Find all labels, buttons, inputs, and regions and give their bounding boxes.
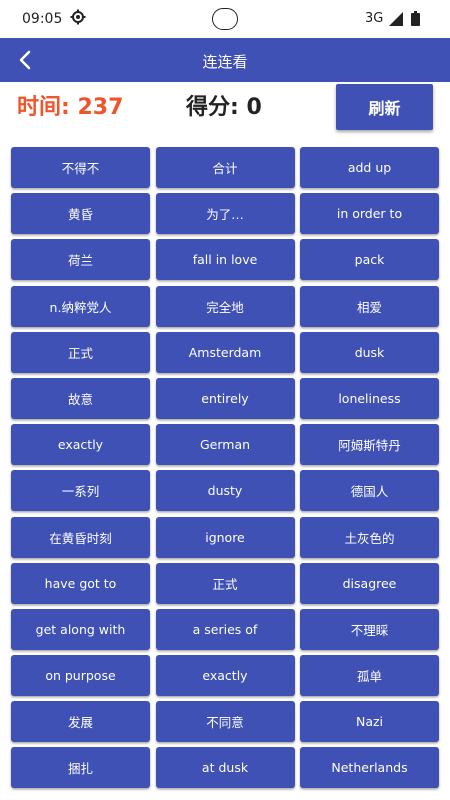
word-tile[interactable]: Nazi [300,701,439,743]
word-tile[interactable]: 不同意 [155,701,295,743]
word-tile[interactable]: ignore [155,516,295,558]
status-bar: 09:05 3G [0,0,450,38]
status-time: 09:05 [22,11,63,27]
word-tile[interactable]: 一系列 [11,470,150,512]
word-tile[interactable]: 合计 [155,147,295,188]
gear-icon [70,9,86,25]
word-tile[interactable]: dusk [300,331,439,373]
word-tile[interactable]: 为了… [155,193,295,235]
word-tile[interactable]: a series of [155,608,295,650]
tile-grid: 不得不 合计 add up 黄昏 为了… in order to 荷兰 fall in lov… [11,147,439,789]
word-tile[interactable]: 阿姆斯特丹 [300,424,439,466]
word-tile[interactable]: at dusk [155,747,295,789]
word-tile[interactable]: disagree [300,562,439,604]
word-tile[interactable]: 完全地 [155,285,295,327]
word-tile[interactable]: Netherlands [300,747,439,789]
word-tile[interactable]: n.纳粹党人 [11,285,150,327]
word-tile[interactable]: Amsterdam [155,331,295,373]
word-tile[interactable]: 孤单 [300,655,439,697]
word-tile[interactable]: add up [300,147,439,188]
word-tile[interactable]: 发展 [11,701,150,743]
word-tile[interactable]: 黄昏 [11,193,150,235]
word-tile[interactable]: 土灰色的 [300,516,439,558]
word-tile[interactable]: have got to [11,562,150,604]
word-tile[interactable]: fall in love [155,239,295,281]
word-tile[interactable]: in order to [300,193,439,235]
network-type: 3G [365,11,384,26]
word-tile[interactable]: loneliness [300,377,439,419]
word-tile[interactable]: dusty [155,470,295,512]
refresh-button[interactable]: 刷新 [336,84,433,130]
score-label: 得分: 0 [186,95,262,120]
word-tile[interactable]: entirely [155,377,295,419]
word-tile[interactable]: on purpose [11,655,150,697]
word-tile[interactable]: 在黄昏时刻 [11,516,150,558]
word-tile[interactable]: get along with [11,608,150,650]
signal-icon [389,12,403,26]
page-title: 连连看 [202,53,248,71]
word-tile[interactable]: 故意 [11,377,150,419]
word-tile[interactable]: 德国人 [300,470,439,512]
word-tile[interactable]: 正式 [155,562,295,604]
word-tile[interactable]: exactly [11,424,150,466]
word-tile[interactable]: 相爱 [300,285,439,327]
camera-cutout [212,8,238,30]
word-tile[interactable]: 不得不 [11,147,150,188]
word-tile[interactable]: 不理睬 [300,608,439,650]
timer-label: 时间: 237 [17,95,124,120]
word-tile[interactable]: exactly [155,655,295,697]
word-tile[interactable]: German [155,424,295,466]
word-tile[interactable]: pack [300,239,439,281]
battery-icon [411,11,420,26]
word-tile[interactable]: 正式 [11,331,150,373]
word-tile[interactable]: 荷兰 [11,239,150,281]
word-tile[interactable]: 捆扎 [11,747,150,789]
app-bar: 连连看 [0,38,450,82]
